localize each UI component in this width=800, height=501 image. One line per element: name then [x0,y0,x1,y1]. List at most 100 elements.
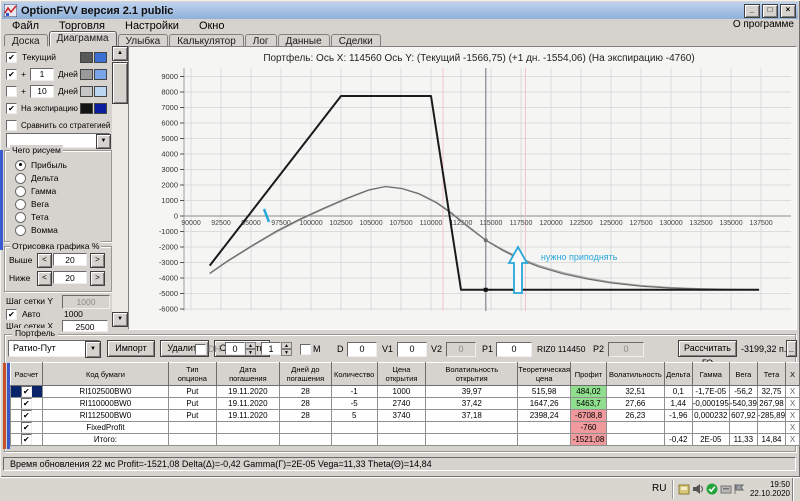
preset-combobox[interactable]: Ратио-Пут ▼ [8,340,101,358]
auto-checkbox[interactable]: ✔ [6,308,17,320]
row-checkbox[interactable]: ✔ [20,386,32,397]
row-delete-button[interactable]: X [785,421,800,434]
table-row[interactable]: ✔ RI112500BW0 Put 19.11.2020 28 5 3740 37,18 239… [10,409,800,422]
expiration-color-swatch-1[interactable] [80,103,93,114]
below-increment-button[interactable]: > [90,271,105,286]
column-header[interactable]: Расчет [10,362,43,386]
row-delete-button[interactable]: X [785,433,800,446]
column-header[interactable]: Вега [728,362,758,386]
menu-item[interactable]: Файл [2,20,49,32]
column-header[interactable]: Гамма [691,362,730,386]
row-checkbox[interactable]: ✔ [20,434,32,445]
radio-Гамма[interactable] [15,185,26,197]
spin-down-icon[interactable]: ▼ [281,349,292,356]
radio-Тета[interactable] [15,211,26,223]
column-header[interactable]: Тип опциона [168,362,217,386]
table-row[interactable]: ✔ RI102500BW0 Put 19.11.2020 28 -1 1000 39,97 51… [10,385,800,398]
tab-Доска[interactable]: Доска [4,34,48,47]
below-value[interactable]: 20 [53,271,87,284]
p2-field[interactable]: 0 [608,342,644,357]
below-decrement-button[interactable]: < [37,271,52,286]
volume-icon[interactable] [692,483,704,495]
column-header[interactable]: Дельта [663,362,693,386]
dh-spinner-2[interactable]: 1 ▲ ▼ [261,342,292,356]
plus1-color-swatch-2[interactable] [94,69,107,80]
tab-Калькулятор[interactable]: Калькулятор [169,34,244,47]
row-delete-button[interactable]: X [785,409,800,422]
collapse-button[interactable]: _ [786,340,797,357]
current-color-swatch-2[interactable] [94,52,107,63]
network-icon[interactable] [720,483,732,495]
chevron-down-icon[interactable]: ▼ [96,134,111,149]
p1-field[interactable]: 0 [496,342,532,357]
table-row[interactable]: ✔ Итого: -1521,08 -0,42 2E-05 11,33 14,84 X [10,433,800,446]
column-header[interactable]: Волатильность [605,362,665,386]
language-indicator[interactable]: RU [652,483,666,494]
clock[interactable]: 19:50 22.10.2020 [742,480,790,498]
tray-app-icon[interactable] [678,483,690,495]
v1-field[interactable]: 0 [397,342,427,357]
table-row[interactable]: ✔ RI110000BW0 Put 19.11.2020 28 -5 2740 37,42 16… [10,397,800,410]
import-button[interactable]: Импорт [107,340,155,357]
show-desktop-button[interactable] [792,478,800,501]
tab-Улыбка[interactable]: Улыбка [117,34,169,47]
radio-Вега[interactable] [15,198,26,210]
d-field[interactable]: 0 [347,342,377,357]
current-color-swatch-1[interactable] [80,52,93,63]
plus10-color-swatch-1[interactable] [80,86,93,97]
row-checkbox[interactable]: ✔ [20,422,32,433]
above-decrement-button[interactable]: < [37,253,52,268]
minimize-icon[interactable]: _ [744,3,760,18]
current-checkbox[interactable]: ✔ [6,51,17,63]
row-delete-button[interactable]: X [785,397,800,410]
tab-Лог[interactable]: Лог [244,34,277,47]
column-header[interactable]: Дата погашения [215,362,281,386]
plus1-checkbox[interactable]: ✔ [6,68,17,80]
plus10-checkbox[interactable] [6,85,17,97]
plus10-color-swatch-2[interactable] [94,86,107,97]
above-increment-button[interactable]: > [90,253,105,268]
spin-down-icon[interactable]: ▼ [245,349,256,356]
column-header[interactable]: Профит [570,362,607,386]
plus1-color-swatch-1[interactable] [80,69,93,80]
dock-grip-orange[interactable] [3,363,6,449]
plus10-days-input[interactable]: 10 [30,85,54,98]
maximize-icon[interactable]: □ [762,3,778,18]
column-header[interactable]: Волатильность открытия [425,362,519,386]
close-icon[interactable]: × [780,3,796,18]
row-checkbox[interactable]: ✔ [20,410,32,421]
menu-item[interactable]: Торговля [49,20,115,32]
column-header[interactable]: Дней до погашения [279,362,332,386]
dh-spinner-2-value[interactable]: 1 [261,342,281,355]
row-checkbox[interactable]: ✔ [20,398,32,409]
menu-item[interactable]: Настройки [115,20,189,32]
m-checkbox[interactable] [300,344,311,355]
spin-up-icon[interactable]: ▲ [281,342,292,349]
compare-checkbox[interactable] [6,119,17,131]
tab-Данные[interactable]: Данные [277,34,330,47]
tab-Сделки[interactable]: Сделки [330,34,381,47]
tab-Диаграмма[interactable]: Диаграмма [48,31,117,46]
radio-Прибыль[interactable] [15,159,26,171]
column-header[interactable]: X [785,362,800,386]
panel-scrollbar[interactable]: ▲ ▼ [112,46,128,327]
expiration-color-swatch-2[interactable] [94,103,107,114]
calc-margin-button[interactable]: Рассчитать ГО [678,340,737,368]
plus1-days-input[interactable]: 1 [30,68,54,81]
menu-item[interactable]: Окно [189,20,235,32]
antivirus-status-icon[interactable] [706,483,718,495]
dh-checkbox[interactable] [195,344,206,355]
spin-up-icon[interactable]: ▲ [245,342,256,349]
scrollbar-thumb[interactable] [112,62,128,104]
expiration-checkbox[interactable]: ✔ [6,102,17,114]
scroll-up-icon[interactable]: ▲ [112,46,128,61]
column-header[interactable]: Код бумаги [41,362,170,386]
radio-Дельта[interactable] [15,172,26,184]
column-header[interactable]: Теоретическая цена [517,362,572,386]
grid-x-input[interactable]: 2500 [62,320,108,332]
row-delete-button[interactable]: X [785,385,800,398]
chevron-down-icon[interactable]: ▼ [85,341,101,358]
v2-field[interactable]: 0 [446,342,476,357]
column-header[interactable]: Цена открытия [376,362,427,386]
column-header[interactable]: Тета [756,362,787,386]
